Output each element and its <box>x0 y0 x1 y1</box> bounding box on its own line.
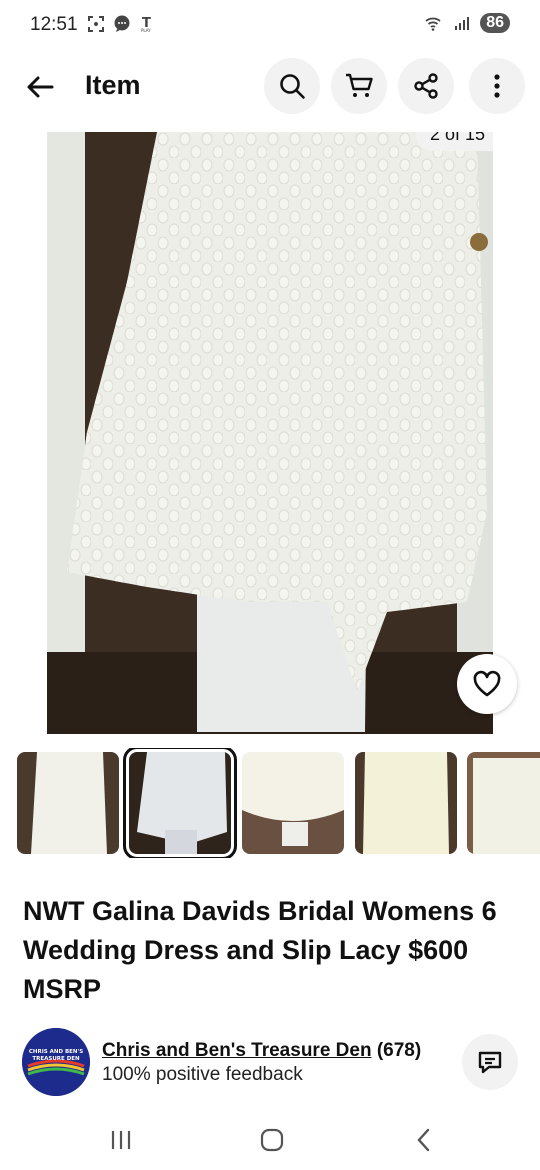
item-photo[interactable]: 2 of 15 <box>47 132 493 734</box>
cart-icon <box>346 73 373 97</box>
seller-name-row: Chris and Ben's Treasure Den (678) <box>102 1040 421 1062</box>
watchlist-button[interactable] <box>457 654 517 714</box>
search-button[interactable] <box>264 58 320 114</box>
more-options-button[interactable] <box>469 58 525 114</box>
home-icon <box>260 1128 284 1152</box>
wedding-dress-photo <box>47 132 493 734</box>
chevron-left-icon <box>417 1128 430 1152</box>
item-title: NWT Galina Davids Bridal Womens 6 Weddin… <box>23 896 497 1004</box>
thumbnail-5[interactable] <box>467 752 540 854</box>
svg-text:PLAY: PLAY <box>141 28 151 33</box>
share-icon <box>414 73 438 99</box>
signal-icon <box>452 13 472 33</box>
seller-info: CHRIS AND BEN'S TREASURE DEN Chris and B… <box>22 1028 522 1098</box>
status-bar: 12:51 T PLAY 86 <box>0 0 540 50</box>
share-button[interactable] <box>398 58 454 114</box>
thumbnail-3[interactable] <box>242 752 344 854</box>
back-button[interactable] <box>20 70 60 104</box>
app-bar: Item <box>0 58 540 116</box>
status-time: 12:51 <box>30 14 78 35</box>
thumbnail-strip <box>0 748 540 858</box>
status-notification-icons: T PLAY <box>86 14 158 34</box>
chat-icon <box>112 14 132 34</box>
page-title: Item <box>85 70 141 100</box>
search-icon <box>280 74 305 99</box>
thumbnail-2[interactable] <box>123 748 237 858</box>
thumbnail-1[interactable] <box>17 752 119 854</box>
message-seller-button[interactable] <box>462 1034 518 1090</box>
thumbnail-4[interactable] <box>355 752 457 854</box>
recent-apps-icon <box>111 1131 131 1149</box>
photo-counter: 2 of 15 <box>415 132 493 151</box>
seller-name-link[interactable]: Chris and Ben's Treasure Den <box>102 1040 372 1061</box>
seller-feedback-count: (678) <box>376 1040 422 1061</box>
svg-text:CHRIS AND BEN'S: CHRIS AND BEN'S <box>29 1049 83 1055</box>
screenshot-icon <box>86 14 106 34</box>
home-button[interactable] <box>242 1120 302 1160</box>
system-back-button[interactable] <box>394 1120 454 1160</box>
message-icon <box>478 1051 502 1074</box>
wifi-icon <box>424 13 444 33</box>
seller-feedback: 100% positive feedback <box>102 1064 303 1085</box>
tmobile-play-icon: T PLAY <box>138 14 158 34</box>
svg-text:TREASURE DEN: TREASURE DEN <box>32 1056 80 1062</box>
battery-level: 86 <box>480 13 510 33</box>
back-arrow-icon <box>27 76 54 98</box>
more-icon <box>494 74 500 98</box>
seller-avatar[interactable]: CHRIS AND BEN'S TREASURE DEN <box>22 1028 90 1096</box>
recent-apps-button[interactable] <box>91 1120 151 1160</box>
cart-button[interactable] <box>331 58 387 114</box>
heart-icon <box>473 670 501 697</box>
system-nav-bar <box>0 1110 540 1170</box>
status-right: 86 <box>424 13 510 33</box>
